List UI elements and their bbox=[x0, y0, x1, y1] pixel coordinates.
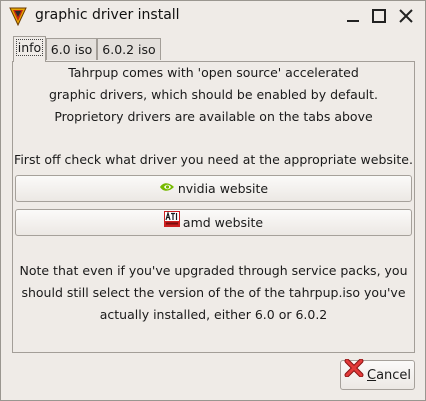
amd-website-label: amd website bbox=[182, 215, 264, 230]
tab-6-0-2-iso-label: 6.0.2 iso bbox=[102, 42, 156, 57]
tab-info[interactable]: info bbox=[13, 36, 46, 62]
app-window: graphic driver install info 6.0 iso 6.0.… bbox=[0, 0, 426, 401]
tab-info-label: info bbox=[15, 39, 44, 56]
note-line: Note that even if you've upgraded throug… bbox=[19, 263, 408, 278]
note-line: should still select the version of the o… bbox=[21, 285, 406, 300]
tab-6-0-iso[interactable]: 6.0 iso bbox=[46, 38, 97, 60]
cancel-mnemonic: C bbox=[367, 368, 377, 383]
note-text: Note that even if you've upgraded throug… bbox=[13, 260, 414, 326]
nvidia-icon bbox=[159, 176, 175, 201]
close-icon[interactable] bbox=[397, 7, 415, 25]
nvidia-website-button[interactable]: nvidia website bbox=[15, 175, 412, 202]
check-driver-text: First off check what driver you need at … bbox=[14, 152, 413, 167]
tab-6-0-iso-label: 6.0 iso bbox=[50, 42, 93, 57]
maximize-icon[interactable] bbox=[370, 7, 388, 25]
title-bar[interactable]: graphic driver install bbox=[1, 1, 425, 31]
cancel-x-icon bbox=[344, 358, 364, 388]
cancel-button[interactable]: Cancel bbox=[340, 358, 415, 390]
intro-text: Tahrpup comes with 'open source' acceler… bbox=[13, 62, 414, 128]
amd-website-button[interactable]: amd website bbox=[15, 209, 412, 236]
window-title: graphic driver install bbox=[35, 7, 180, 23]
note-line: actually installed, either 6.0 or 6.0.2 bbox=[99, 307, 328, 322]
info-tab-panel: Tahrpup comes with 'open source' acceler… bbox=[12, 61, 415, 353]
nvidia-website-label: nvidia website bbox=[177, 181, 269, 196]
intro-line: Tahrpup comes with 'open source' acceler… bbox=[68, 65, 359, 80]
minimize-icon[interactable] bbox=[344, 7, 362, 25]
intro-line: Proprietory drivers are available on the… bbox=[54, 109, 373, 124]
ati-icon bbox=[163, 210, 180, 235]
intro-line: graphic drivers, which should be enabled… bbox=[48, 87, 379, 102]
cancel-label: ancel bbox=[376, 368, 412, 383]
tahrpup-app-icon bbox=[9, 6, 27, 27]
tab-6-0-2-iso[interactable]: 6.0.2 iso bbox=[97, 38, 161, 60]
